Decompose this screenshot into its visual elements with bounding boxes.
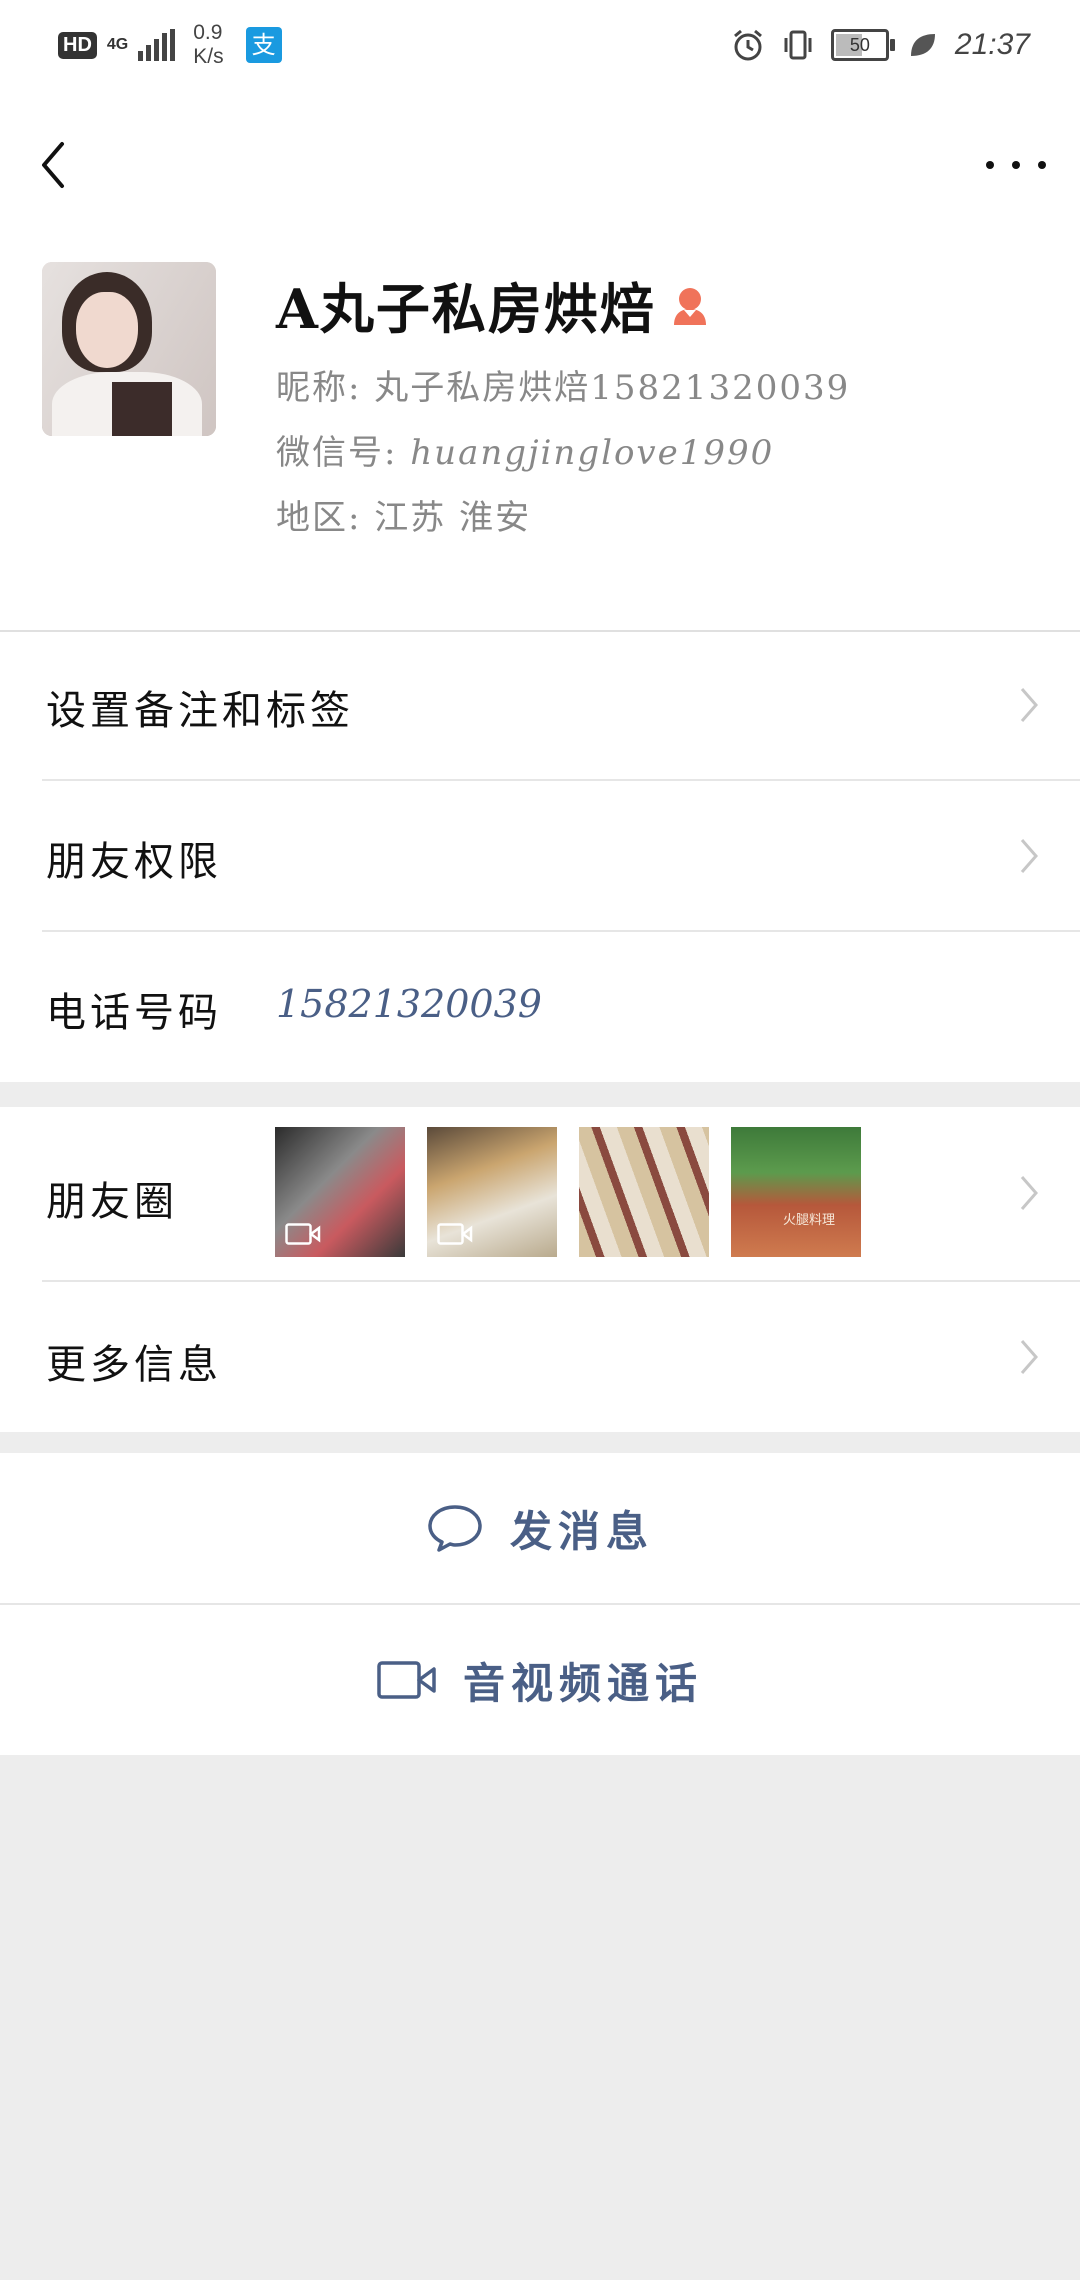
name-row: A丸子私房烘焙 bbox=[276, 265, 710, 344]
send-message-button[interactable]: 发消息 bbox=[0, 1453, 1080, 1603]
moments-thumbnails: 火腿料理 bbox=[275, 1127, 861, 1257]
contact-name: A丸子私房烘焙 bbox=[276, 277, 656, 341]
dot-icon bbox=[1038, 161, 1046, 169]
social-group: 朋友圈 火腿料理 更多信息 bbox=[0, 1107, 1080, 1432]
avatar[interactable] bbox=[42, 262, 216, 436]
chevron-right-icon bbox=[1020, 688, 1038, 722]
status-left: HD 4G 0.9 K/s 支 bbox=[58, 20, 282, 70]
video-icon bbox=[285, 1223, 321, 1245]
status-right: 50 21:37 bbox=[731, 22, 1030, 68]
moment-thumbnail bbox=[275, 1127, 405, 1257]
moment-thumbnail bbox=[579, 1127, 709, 1257]
chevron-right-icon bbox=[1020, 839, 1038, 873]
wechat-id-line: 微信号: huangjinglove1990 bbox=[276, 425, 774, 474]
phone-number-link[interactable]: 15821320039 bbox=[276, 982, 542, 1026]
more-info-label: 更多信息 bbox=[46, 1342, 222, 1388]
back-icon[interactable] bbox=[30, 130, 80, 200]
video-call-label: 音视频通话 bbox=[462, 1658, 703, 1708]
nickname-label: 昵称: bbox=[276, 368, 362, 408]
phone-label: 电话号码 bbox=[46, 990, 222, 1036]
chevron-right-icon bbox=[1020, 1176, 1038, 1210]
nickname-line: 昵称: 丸子私房烘焙15821320039 bbox=[276, 360, 850, 409]
battery-icon: 50 bbox=[830, 29, 895, 61]
speed-value: 0.9 bbox=[193, 21, 223, 44]
remark-tags-label: 设置备注和标签 bbox=[46, 688, 354, 734]
status-bar: HD 4G 0.9 K/s 支 50 21:37 bbox=[0, 0, 1080, 90]
chat-bubble-icon bbox=[428, 1505, 482, 1552]
network-speed: 0.9 K/s bbox=[193, 21, 223, 69]
alarm-icon bbox=[733, 29, 762, 61]
signal-icon bbox=[138, 29, 176, 61]
network-type: 4G bbox=[107, 37, 128, 53]
row-remark-tags[interactable]: 设置备注和标签 bbox=[0, 630, 1080, 780]
moment-thumbnail bbox=[427, 1127, 557, 1257]
nickname-value: 丸子私房烘焙15821320039 bbox=[374, 368, 851, 408]
alipay-icon: 支 bbox=[245, 27, 282, 63]
video-call-button[interactable]: 音视频通话 bbox=[0, 1605, 1080, 1755]
row-moments[interactable]: 朋友圈 火腿料理 bbox=[0, 1107, 1080, 1280]
friend-permissions-label: 朋友权限 bbox=[46, 839, 222, 885]
clock: 21:37 bbox=[954, 28, 1030, 61]
hd-badge: HD bbox=[58, 31, 97, 59]
moment-thumbnail: 火腿料理 bbox=[731, 1127, 861, 1257]
settings-group: 设置备注和标签 朋友权限 电话号码 15821320039 bbox=[0, 630, 1080, 1082]
moments-label: 朋友圈 bbox=[46, 1179, 178, 1225]
chevron-right-icon bbox=[1020, 1340, 1038, 1374]
dot-icon bbox=[986, 161, 994, 169]
row-friend-permissions[interactable]: 朋友权限 bbox=[0, 781, 1080, 931]
female-icon bbox=[673, 287, 706, 325]
send-message-label: 发消息 bbox=[509, 1506, 654, 1556]
network-label: 4G bbox=[106, 36, 129, 53]
row-more-info[interactable]: 更多信息 bbox=[0, 1282, 1080, 1432]
row-phone: 电话号码 15821320039 bbox=[0, 932, 1080, 1082]
region-value: 江苏 淮安 bbox=[374, 498, 532, 538]
dot-icon bbox=[1012, 161, 1020, 169]
vibrate-icon bbox=[784, 30, 812, 60]
leaf-icon bbox=[910, 34, 935, 56]
speed-unit: K/s bbox=[193, 45, 224, 68]
wechat-id-value: huangjinglove1990 bbox=[410, 433, 775, 473]
battery-level: 50 bbox=[849, 35, 870, 55]
region-label: 地区: bbox=[276, 498, 362, 538]
wechat-id-label: 微信号: bbox=[276, 433, 398, 473]
video-icon bbox=[437, 1223, 473, 1245]
thumbnail-caption: 火腿料理 bbox=[783, 1213, 836, 1228]
video-camera-icon bbox=[377, 1661, 436, 1699]
more-options-button[interactable] bbox=[986, 145, 1046, 185]
region-line: 地区: 江苏 淮安 bbox=[276, 490, 531, 539]
profile-header: A丸子私房烘焙 昵称: 丸子私房烘焙15821320039 微信号: huang… bbox=[0, 90, 1080, 630]
